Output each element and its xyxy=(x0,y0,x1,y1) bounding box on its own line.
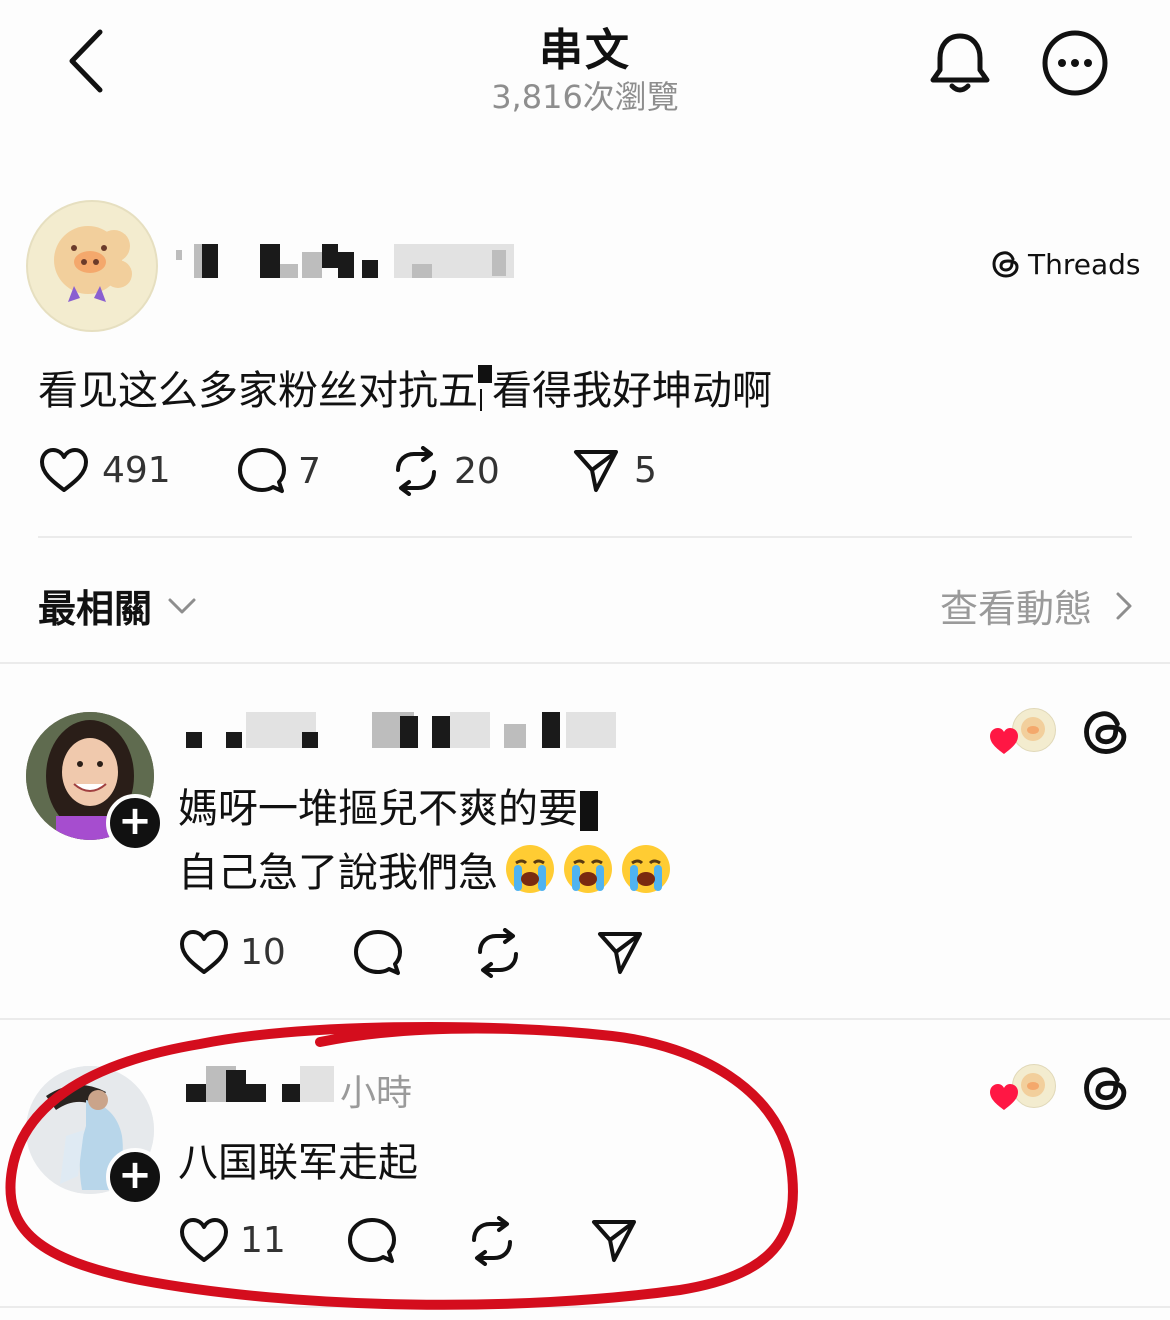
divider xyxy=(38,536,1132,538)
red-heart-icon xyxy=(990,728,1018,754)
reply-text-line1: 媽呀一堆摳兒不爽的要 xyxy=(178,776,598,834)
post-text-part1: 看见这么多家粉丝对抗五 xyxy=(38,368,478,414)
like-button[interactable]: 491 xyxy=(38,446,171,494)
view-activity-label: 查看動態 xyxy=(939,587,1092,631)
threads-link-button[interactable] xyxy=(1080,1062,1132,1114)
reply-divider xyxy=(0,1306,1170,1308)
chevron-down-icon xyxy=(168,598,196,613)
reply-comment-button[interactable] xyxy=(352,928,404,978)
reply-repost-button[interactable] xyxy=(466,1216,518,1266)
repost-button[interactable]: 20 xyxy=(390,446,500,496)
threads-logo-icon xyxy=(1084,1067,1127,1110)
post-text: 看见这么多家粉丝对抗五 看得我好坤动啊 xyxy=(38,358,772,416)
share-count: 5 xyxy=(634,449,657,491)
reply-like-button[interactable]: 10 xyxy=(178,928,286,976)
comment-button[interactable]: 7 xyxy=(236,446,321,496)
chevron-right-icon xyxy=(1116,592,1132,619)
heart-icon xyxy=(180,1218,228,1262)
follow-plus-button[interactable]: + xyxy=(106,794,164,852)
threads-brand-label: Threads xyxy=(1028,247,1141,281)
reply-like-count: 10 xyxy=(240,931,286,973)
reply-repost-button[interactable] xyxy=(472,928,524,978)
comment-icon xyxy=(348,1218,396,1263)
follow-plus-button[interactable]: + xyxy=(106,1148,164,1206)
send-icon xyxy=(598,932,642,974)
heart-icon xyxy=(180,930,228,974)
comment-icon xyxy=(238,448,286,493)
pig-sticker-icon xyxy=(54,226,132,302)
reply-divider xyxy=(0,1018,1170,1020)
red-annotation-circle xyxy=(5,1021,798,1310)
reply-text: 八国联军走起 xyxy=(178,1140,418,1186)
crying-face-emoji-icon xyxy=(564,845,612,893)
reply-text-line1-content: 媽呀一堆摳兒不爽的要 xyxy=(178,786,578,832)
repost-icon xyxy=(396,446,436,496)
repost-icon xyxy=(472,1216,512,1266)
censor-block xyxy=(478,365,492,415)
threads-link-button[interactable] xyxy=(1080,706,1132,758)
reply-username-censored[interactable] xyxy=(186,1066,346,1106)
reply-like-button[interactable]: 11 xyxy=(178,1216,286,1264)
reply-like-count: 11 xyxy=(240,1219,286,1261)
share-button[interactable]: 5 xyxy=(572,446,657,494)
comment-icon xyxy=(354,930,402,975)
reply-comment-button[interactable] xyxy=(346,1216,398,1266)
crying-face-emoji-icon xyxy=(506,845,554,893)
bell-icon xyxy=(930,33,990,93)
liked-by-author-indicator xyxy=(988,706,1060,758)
liked-by-author-indicator xyxy=(988,1062,1060,1114)
censor-block xyxy=(580,791,598,831)
send-icon xyxy=(592,1220,636,1262)
red-heart-icon xyxy=(990,1084,1018,1110)
sort-label: 最相關 xyxy=(38,587,153,631)
send-icon xyxy=(574,450,618,492)
reply-text-line2-content: 自己急了說我們急 xyxy=(178,850,498,896)
like-count: 491 xyxy=(102,449,171,491)
reply-share-button[interactable] xyxy=(590,1216,638,1264)
repost-icon xyxy=(478,928,518,978)
reply-username-censored[interactable] xyxy=(186,712,626,752)
reply-share-button[interactable] xyxy=(596,928,644,976)
threads-brand: Threads xyxy=(990,244,1141,284)
crying-face-emoji-icon xyxy=(622,845,670,893)
post-text-part2: 看得我好坤动啊 xyxy=(492,368,772,414)
comment-count: 7 xyxy=(298,450,321,492)
threads-logo-icon xyxy=(992,251,1019,278)
section-divider xyxy=(0,662,1170,664)
author-username-censored[interactable] xyxy=(176,240,516,280)
heart-icon xyxy=(40,448,88,492)
repost-count: 20 xyxy=(454,450,500,492)
view-activity-link[interactable]: 查看動態 xyxy=(940,578,1134,633)
reply-text-line2: 自己急了說我們急 xyxy=(178,840,672,898)
more-icon xyxy=(1042,30,1108,96)
author-avatar[interactable] xyxy=(26,200,158,332)
sort-dropdown[interactable]: 最相關 xyxy=(38,578,198,633)
notification-button[interactable] xyxy=(925,28,995,98)
reply-timestamp: 小時 xyxy=(340,1073,413,1114)
threads-logo-icon xyxy=(1084,711,1127,754)
more-options-button[interactable] xyxy=(1040,28,1110,98)
